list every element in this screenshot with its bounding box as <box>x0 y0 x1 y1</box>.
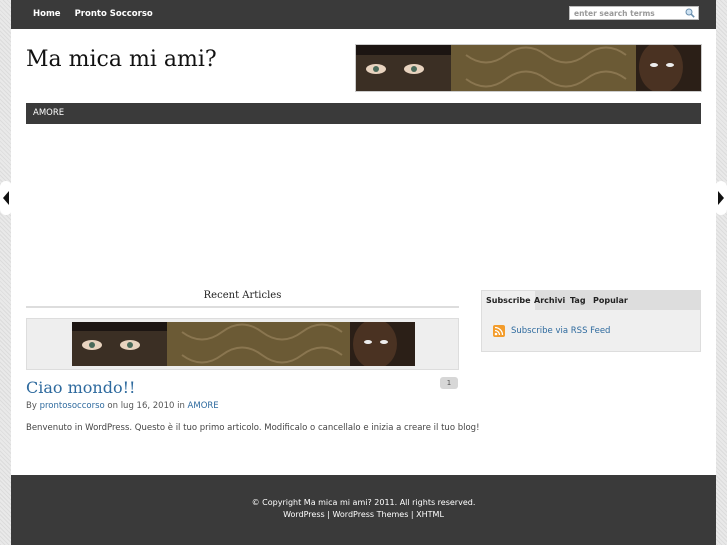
post-meta: By prontosoccorso on lug 16, 2010 in AMO… <box>26 401 219 411</box>
post-category-link[interactable]: AMORE <box>188 401 219 411</box>
category-amore-link[interactable]: AMORE <box>33 108 64 118</box>
search-box <box>569 6 699 20</box>
sidebar-tab-list: Subscribe Archivi Tag Popular <box>482 291 700 310</box>
meta-date: on lug 16, 2010 in <box>104 401 188 411</box>
nav-home-link[interactable]: Home <box>33 9 61 19</box>
right-arrow-icon <box>718 191 724 205</box>
footer-links: WordPress | WordPress Themes | XHTML <box>11 510 716 519</box>
tab-popular[interactable]: Popular <box>589 291 632 310</box>
footer-wordpress-link[interactable]: WordPress <box>283 510 325 519</box>
footer: © Copyright Ma mica mi ami? 2011. All ri… <box>11 475 716 545</box>
author-link[interactable]: prontosoccorso <box>40 401 105 411</box>
top-bar: Home Pronto Soccorso <box>11 0 716 29</box>
post-banner-frame <box>26 318 459 370</box>
divider <box>26 306 459 308</box>
rss-subscribe-link[interactable]: Subscribe via RSS Feed <box>511 326 610 336</box>
site-title[interactable]: Ma mica mi ami? <box>26 47 217 72</box>
footer-themes-link[interactable]: WordPress Themes <box>332 510 408 519</box>
tab-archivi[interactable]: Archivi <box>530 291 569 310</box>
next-arrow[interactable] <box>715 181 727 215</box>
search-icon[interactable] <box>685 8 695 18</box>
footer-copyright: © Copyright Ma mica mi ami? 2011. All ri… <box>251 498 476 507</box>
sidebar-tabs-widget: Subscribe Archivi Tag Popular Subscribe … <box>481 290 701 352</box>
comment-count-badge[interactable]: 1 <box>440 377 458 389</box>
footer-separator: | <box>408 510 417 519</box>
page-content: Ma mica mi ami? AMORE Recent Articles Ci… <box>11 29 716 475</box>
recent-articles-heading: Recent Articles <box>203 290 282 301</box>
category-bar: AMORE <box>26 103 701 124</box>
header-banner-image <box>355 44 702 92</box>
footer-xhtml-link[interactable]: XHTML <box>416 510 444 519</box>
post-banner-image <box>72 322 415 366</box>
post-title-link[interactable]: Ciao mondo!! <box>26 378 135 397</box>
tab-tag[interactable]: Tag <box>566 291 590 310</box>
nav-pronto-soccorso-link[interactable]: Pronto Soccorso <box>75 9 153 19</box>
tab-subscribe[interactable]: Subscribe <box>482 291 535 310</box>
post-excerpt: Benvenuto in WordPress. Questo è il tuo … <box>26 423 480 433</box>
search-input[interactable] <box>570 7 684 19</box>
top-nav: Home Pronto Soccorso <box>33 9 153 19</box>
rss-icon[interactable] <box>493 325 505 337</box>
meta-by: By <box>26 401 37 411</box>
